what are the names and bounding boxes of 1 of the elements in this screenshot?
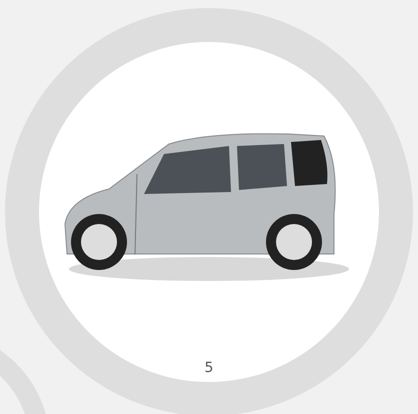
slide-number: 5 — [204, 360, 214, 376]
